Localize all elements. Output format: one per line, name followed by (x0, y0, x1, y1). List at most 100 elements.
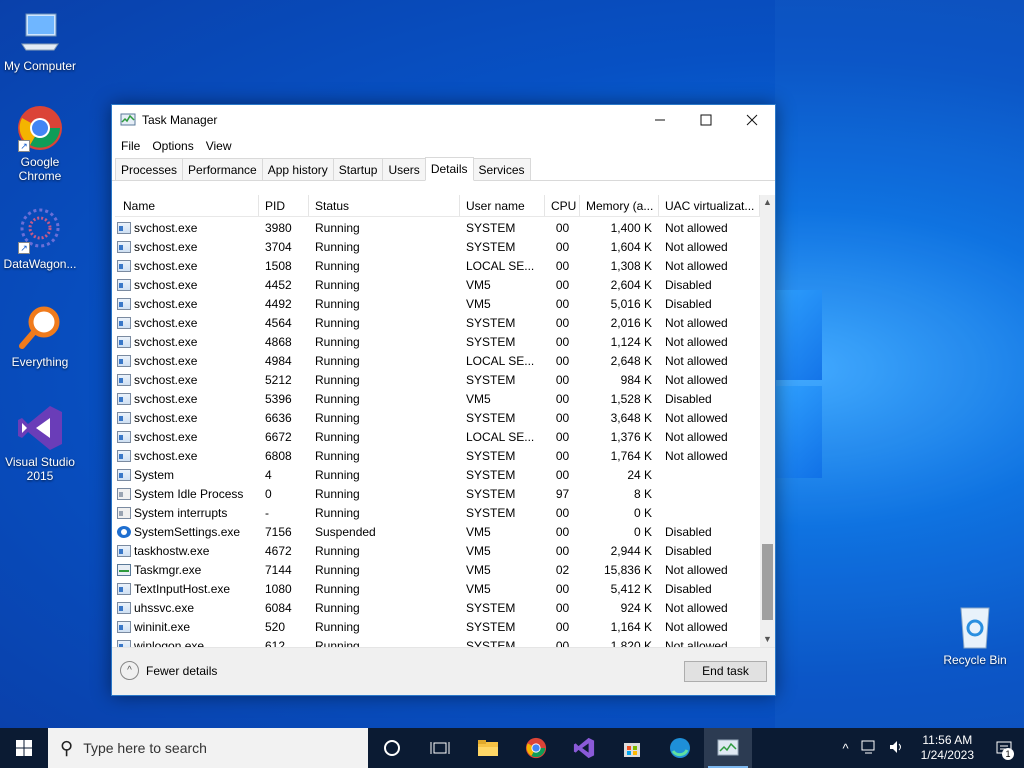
task-manager-taskbar-button[interactable] (704, 728, 752, 768)
action-center-button[interactable]: 1 (984, 728, 1024, 768)
minimize-button[interactable] (637, 105, 683, 135)
desktop-icon-my-computer[interactable]: My Computer (0, 8, 80, 73)
search-placeholder: Type here to search (83, 740, 207, 756)
cell-pid: 4564 (265, 315, 292, 330)
table-row[interactable]: svchost.exe 4564 Running SYSTEM 00 2,016 K Not… (115, 313, 760, 332)
table-row[interactable]: SystemSettings.exe 7156 Suspended VM5 00 0 K D… (115, 522, 760, 541)
fewer-details-button[interactable]: ^ Fewer details (120, 661, 217, 680)
store-taskbar-button[interactable] (608, 728, 656, 768)
column-header-memory[interactable]: Memory (a... (580, 195, 659, 216)
start-button[interactable] (0, 728, 48, 768)
cortana-button[interactable] (368, 728, 416, 768)
cell-pid: 1508 (265, 258, 292, 273)
cell-cpu: 00 (555, 258, 570, 273)
process-name: uhssvc.exe (134, 600, 195, 615)
table-row[interactable]: svchost.exe 3704 Running SYSTEM 00 1,604 K Not… (115, 237, 760, 256)
table-row[interactable]: svchost.exe 6672 Running LOCAL SE... 00 1,376… (115, 427, 760, 446)
cell-uac: Disabled (665, 581, 712, 596)
process-name: svchost.exe (134, 296, 198, 311)
cell-status: Running (315, 429, 360, 444)
process-name: svchost.exe (134, 239, 198, 254)
scroll-thumb[interactable] (762, 544, 773, 620)
title-bar[interactable]: Task Manager (112, 105, 775, 135)
task-view-button[interactable] (416, 728, 464, 768)
table-row[interactable]: taskhostw.exe 4672 Running VM5 00 2,944 K Disa… (115, 541, 760, 560)
cell-cpu: 00 (555, 410, 570, 425)
process-name: Taskmgr.exe (134, 562, 202, 577)
cell-memory: 1,400 K (610, 220, 652, 235)
edge-taskbar-button[interactable] (656, 728, 704, 768)
clock[interactable]: 11:56 AM 1/24/2023 (921, 733, 974, 763)
table-row[interactable]: Taskmgr.exe 7144 Running VM5 02 15,836 K Not a… (115, 560, 760, 579)
volume-icon[interactable] (889, 740, 905, 757)
desktop-icon-datawagon[interactable]: ↗ DataWagon... (0, 206, 80, 271)
close-button[interactable] (729, 105, 775, 135)
tab-performance[interactable]: Performance (182, 158, 263, 180)
table-row[interactable]: svchost.exe 3980 Running SYSTEM 00 1,400 K Not… (115, 218, 760, 237)
table-row[interactable]: svchost.exe 5212 Running SYSTEM 00 984 K Not a… (115, 370, 760, 389)
vertical-scrollbar[interactable]: ▲ ▼ (760, 195, 775, 647)
menu-view[interactable]: View (200, 139, 238, 153)
process-name: taskhostw.exe (134, 543, 210, 558)
column-header-pid[interactable]: PID (259, 195, 309, 216)
process-icon (117, 240, 131, 253)
system-tray: ^ 11:56 AM 1/24/2023 1 (837, 728, 1024, 768)
desktop-icon-recycle-bin[interactable]: Recycle Bin (935, 602, 1015, 667)
desktop-icon-google-chrome[interactable]: ↗ Google Chrome (0, 104, 80, 183)
desktop-icon-everything[interactable]: Everything (0, 304, 80, 369)
cell-name: svchost.exe (115, 278, 259, 292)
process-icon (117, 563, 131, 576)
process-icon (117, 221, 131, 234)
table-row[interactable]: System Idle Process 0 Running SYSTEM 97 8 K (115, 484, 760, 503)
table-row[interactable]: uhssvc.exe 6084 Running SYSTEM 00 924 K Not al… (115, 598, 760, 617)
table-row[interactable]: svchost.exe 5396 Running VM5 00 1,528 K Disabl… (115, 389, 760, 408)
table-row[interactable]: wininit.exe 520 Running SYSTEM 00 1,164 K Not … (115, 617, 760, 636)
menu-options[interactable]: Options (146, 139, 199, 153)
cell-cpu: 00 (555, 315, 570, 330)
column-header-uac[interactable]: UAC virtualizat... (659, 195, 760, 216)
end-task-button[interactable]: End task (684, 661, 767, 682)
network-icon[interactable] (861, 740, 877, 757)
table-row[interactable]: svchost.exe 4868 Running SYSTEM 00 1,124 K Not… (115, 332, 760, 351)
tab-users[interactable]: Users (382, 158, 426, 180)
process-icon (117, 335, 131, 348)
table-row[interactable]: System interrupts - Running SYSTEM 00 0 K (115, 503, 760, 522)
taskbar-search-box[interactable]: ⚲ Type here to search (48, 728, 368, 768)
notification-count-badge: 1 (1002, 748, 1014, 760)
table-row[interactable]: winlogon.exe 612 Running SYSTEM 00 1,820 K Not… (115, 636, 760, 647)
tab-startup[interactable]: Startup (332, 158, 384, 180)
cell-name: TextInputHost.exe (115, 582, 259, 596)
column-header-status[interactable]: Status (309, 195, 460, 216)
window-title: Task Manager (142, 113, 218, 127)
column-header-cpu[interactable]: CPU (545, 195, 580, 216)
tab-app-history[interactable]: App history (261, 158, 334, 180)
cell-user-name: LOCAL SE... (466, 258, 535, 273)
process-name: svchost.exe (134, 315, 198, 330)
table-row[interactable]: svchost.exe 4492 Running VM5 00 5,016 K Disabl… (115, 294, 760, 313)
chevron-up-icon[interactable]: ^ (843, 741, 849, 756)
maximize-button[interactable] (683, 105, 729, 135)
chrome-taskbar-button[interactable] (512, 728, 560, 768)
table-row[interactable]: svchost.exe 4984 Running LOCAL SE... 00 2,648… (115, 351, 760, 370)
column-header-user-name[interactable]: User name (460, 195, 545, 216)
cell-user-name: SYSTEM (466, 239, 516, 254)
table-row[interactable]: svchost.exe 4452 Running VM5 00 2,604 K Disabl… (115, 275, 760, 294)
table-row[interactable]: svchost.exe 6808 Running SYSTEM 00 1,764 K Not… (115, 446, 760, 465)
cell-uac: Disabled (665, 277, 712, 292)
table-row[interactable]: System 4 Running SYSTEM 00 24 K (115, 465, 760, 484)
desktop-icon-visual-studio[interactable]: Visual Studio 2015 (0, 404, 80, 483)
scroll-down-icon[interactable]: ▼ (760, 632, 775, 647)
cell-status: Running (315, 296, 360, 311)
file-explorer-button[interactable] (464, 728, 512, 768)
scroll-up-icon[interactable]: ▲ (760, 195, 775, 210)
table-row[interactable]: svchost.exe 1508 Running LOCAL SE... 00 1,308… (115, 256, 760, 275)
table-row[interactable]: svchost.exe 6636 Running SYSTEM 00 3,648 K Not… (115, 408, 760, 427)
column-header-name[interactable]: Name (115, 195, 259, 216)
tab-processes[interactable]: Processes (115, 158, 184, 180)
tab-details[interactable]: Details (424, 157, 474, 181)
table-row[interactable]: TextInputHost.exe 1080 Running VM5 00 5,412 K… (115, 579, 760, 598)
everything-icon (16, 304, 64, 352)
menu-file[interactable]: File (115, 139, 146, 153)
visual-studio-taskbar-button[interactable] (560, 728, 608, 768)
tab-services[interactable]: Services (472, 158, 531, 180)
